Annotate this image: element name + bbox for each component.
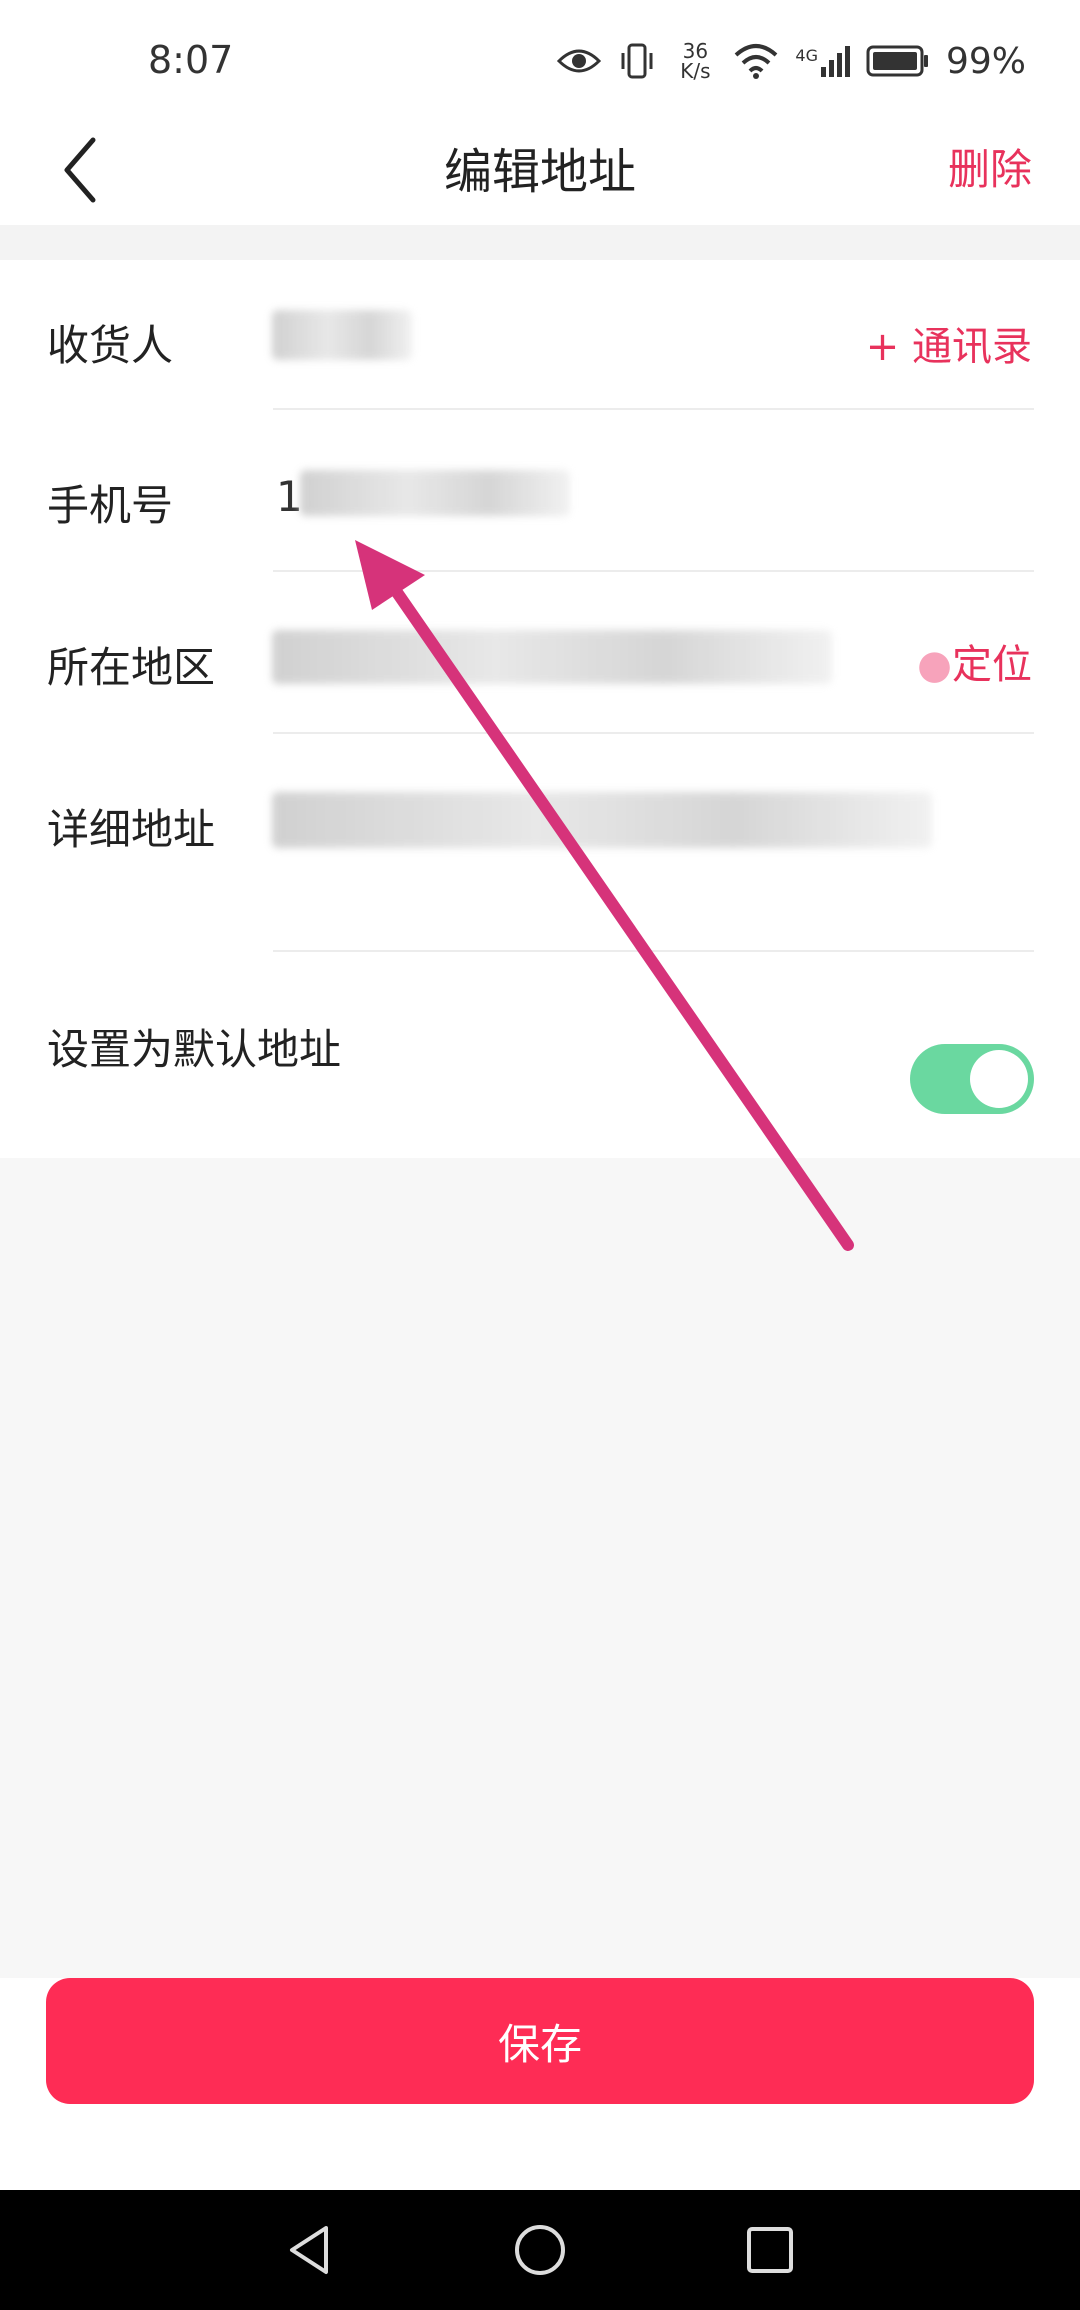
section-gap — [0, 225, 1080, 260]
page-title: 编辑地址 — [443, 144, 636, 200]
recipient-input[interactable] — [272, 310, 412, 360]
location-pin-icon: ● — [917, 642, 952, 688]
detail-label: 详细地址 — [47, 805, 216, 854]
toggle-knob — [970, 1050, 1028, 1108]
phone-row: 手机号 1 — [0, 420, 1080, 582]
divider — [273, 732, 1034, 734]
header: 编辑地址 删除 — [0, 120, 1080, 225]
signal-icon: 4G — [795, 45, 850, 77]
phone-blur — [300, 470, 570, 516]
network-type: 4G — [795, 45, 818, 65]
status-icons: 36 K/s 4G 99% — [557, 36, 1026, 86]
phone-label: 手机号 — [47, 481, 174, 530]
wifi-icon — [735, 44, 778, 79]
recipient-label: 收货人 — [47, 321, 174, 370]
eye-icon — [557, 49, 602, 73]
detail-input[interactable] — [272, 792, 932, 848]
save-area: 保存 — [0, 1978, 1080, 2190]
default-address-toggle[interactable] — [910, 1044, 1034, 1114]
region-label: 所在地区 — [47, 643, 216, 692]
net-speed-value: 36 — [682, 39, 709, 63]
net-speed: 36 K/s — [673, 41, 717, 81]
battery-icon — [866, 45, 928, 77]
region-row: 所在地区 ●定位 — [0, 582, 1080, 744]
default-address-label: 设置为默认地址 — [47, 1025, 342, 1074]
divider — [273, 570, 1034, 572]
contacts-button[interactable]: + 通讯录 — [866, 314, 1032, 372]
locate-button[interactable]: ●定位 — [917, 632, 1032, 690]
recipient-row: 收货人 + 通讯录 — [0, 260, 1080, 420]
locate-label: 定位 — [952, 642, 1032, 688]
delete-button[interactable]: 删除 — [948, 136, 1032, 197]
save-button[interactable]: 保存 — [46, 1978, 1034, 2104]
vibrate-icon — [621, 43, 653, 79]
net-speed-unit: K/s — [680, 59, 711, 83]
nav-back-icon[interactable] — [280, 2220, 340, 2280]
divider — [273, 950, 1034, 952]
status-bar: 8:07 36 K/s 4G 99% — [0, 0, 1080, 120]
system-nav-bar — [0, 2190, 1080, 2310]
battery-percent: 99% — [945, 40, 1026, 82]
status-time: 8:07 — [148, 38, 234, 82]
region-input[interactable] — [272, 630, 832, 684]
divider — [273, 408, 1034, 410]
detail-row: 详细地址 — [0, 744, 1080, 962]
nav-home-icon[interactable] — [510, 2220, 570, 2280]
phone-input[interactable]: 1 — [276, 472, 303, 521]
address-form: 收货人 + 通讯录 手机号 1 所在地区 ●定位 详细地址 设置为默认地址 — [0, 260, 1080, 1158]
nav-recents-icon[interactable] — [740, 2220, 800, 2280]
